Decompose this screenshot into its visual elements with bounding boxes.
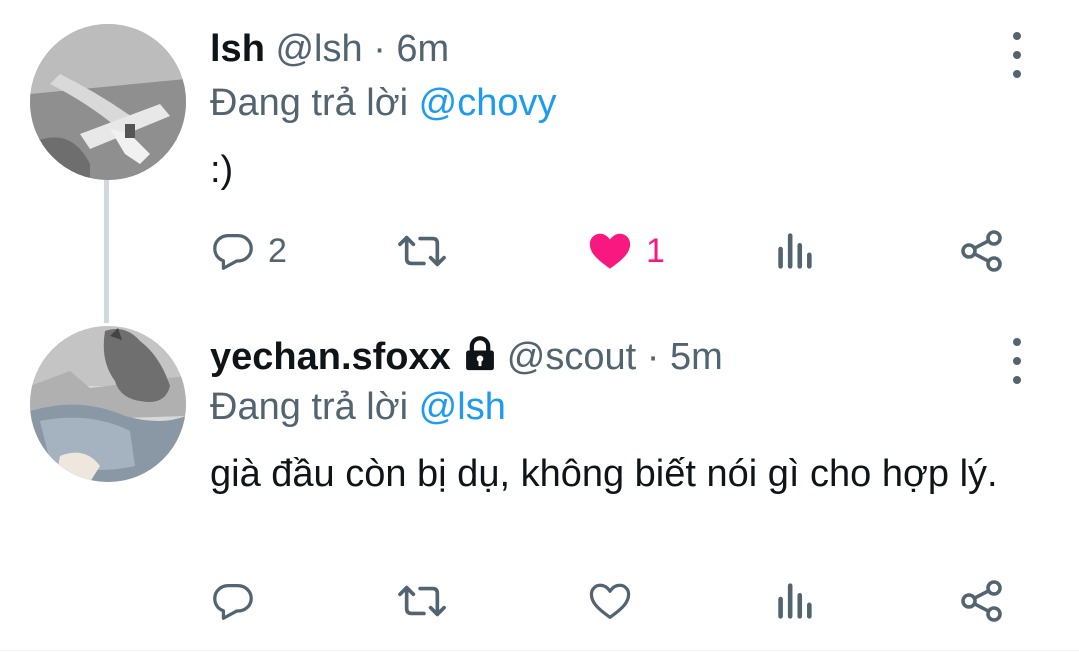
views-icon <box>778 233 812 269</box>
retweet-button[interactable] <box>396 226 448 276</box>
display-name[interactable]: yechan.sfoxx <box>210 336 451 378</box>
divider <box>0 650 1079 651</box>
like-icon <box>589 583 631 619</box>
tweet[interactable]: lsh @lsh · 6m Đang trả lời @chovy :) 2 1 <box>0 0 1079 323</box>
like-button[interactable] <box>586 576 646 626</box>
lock-icon <box>463 335 497 382</box>
replying-to-label: Đang trả lời <box>210 82 409 124</box>
reply-button[interactable]: 2 <box>210 226 287 276</box>
views-button[interactable] <box>774 576 814 626</box>
retweet-icon <box>398 235 446 267</box>
share-icon <box>961 230 1002 272</box>
more-icon[interactable] <box>1000 338 1034 384</box>
action-bar <box>210 576 1040 626</box>
tweet-text: già đầu còn bị dụ, không biết nói gì cho… <box>210 453 998 495</box>
replying-to-label: Đang trả lời <box>210 386 409 428</box>
separator: · <box>373 28 386 70</box>
like-button[interactable]: 1 <box>586 226 665 276</box>
retweet-icon <box>398 585 446 617</box>
handle[interactable]: @lsh <box>275 28 362 70</box>
reply-icon <box>213 234 253 270</box>
mention-link[interactable]: @lsh <box>419 386 506 428</box>
tweet-header: lsh @lsh · 6m <box>210 26 449 72</box>
share-button[interactable] <box>958 226 1006 276</box>
thread-line <box>104 180 109 323</box>
like-count: 1 <box>646 231 665 270</box>
handle[interactable]: @scout <box>507 336 636 378</box>
reply-icon <box>213 584 253 620</box>
more-icon[interactable] <box>1000 32 1034 78</box>
views-button[interactable] <box>774 226 814 276</box>
tweet-header: yechan.sfoxx @scout · 5m <box>210 334 723 382</box>
avatar[interactable] <box>30 326 186 482</box>
replying-to: Đang trả lời @lsh <box>210 384 506 430</box>
tweet[interactable]: yechan.sfoxx @scout · 5m Đang trả lời @ls… <box>0 320 1079 650</box>
like-icon <box>589 233 631 269</box>
mention-link[interactable]: @chovy <box>419 82 557 124</box>
action-bar: 2 1 <box>210 226 1040 276</box>
separator: · <box>646 336 660 378</box>
timestamp[interactable]: 6m <box>396 28 449 70</box>
retweet-button[interactable] <box>396 576 448 626</box>
display-name[interactable]: lsh <box>210 28 265 70</box>
tweet-text: :) <box>210 149 234 191</box>
avatar[interactable] <box>30 24 186 180</box>
share-button[interactable] <box>958 576 1006 626</box>
views-icon <box>778 583 812 619</box>
timestamp[interactable]: 5m <box>670 336 723 378</box>
share-icon <box>961 580 1002 622</box>
replying-to: Đang trả lời @chovy <box>210 80 557 126</box>
reply-button[interactable] <box>210 576 268 626</box>
reply-count: 2 <box>268 231 287 270</box>
